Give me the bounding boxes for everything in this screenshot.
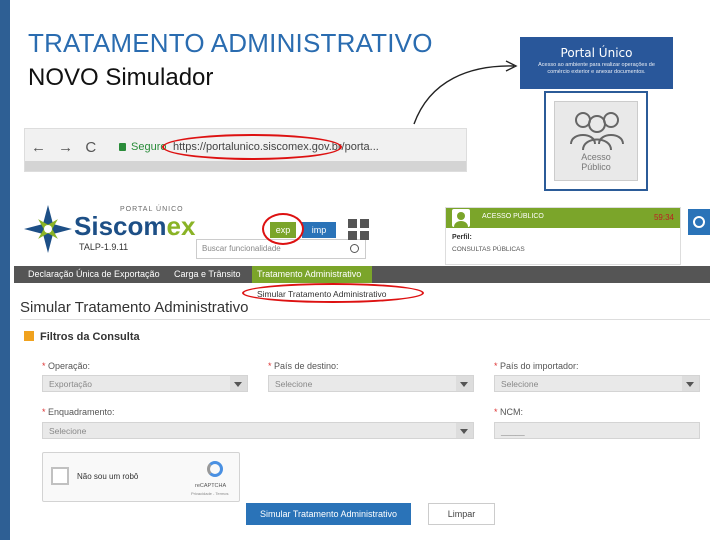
version-label: TALP-1.9.11 — [79, 242, 129, 252]
recaptcha-icon — [207, 461, 223, 477]
chevron-down-icon — [456, 423, 473, 438]
chevron-down-icon — [456, 376, 473, 391]
recaptcha-text: Não sou um robô — [77, 472, 139, 481]
url-highlight-ring — [162, 134, 342, 160]
siscomex-logo[interactable]: PORTAL ÚNICO Siscomex TALP-1.9.11 — [24, 203, 196, 255]
filters-header[interactable]: Filtros da Consulta — [24, 331, 140, 343]
collapse-icon — [24, 331, 34, 341]
users-icon — [570, 112, 624, 151]
acesso-publico-card[interactable]: Acesso Público — [544, 91, 648, 191]
submenu-highlight-ring — [242, 283, 424, 303]
exp-highlight-ring — [262, 213, 304, 245]
profile-label: Perfil: — [452, 234, 472, 241]
slide-left-bar — [0, 0, 10, 540]
portal-unico-title: Portal Único — [560, 46, 633, 60]
chevron-down-icon — [230, 376, 247, 391]
menu-item-tratamento[interactable]: Tratamento Administrativo — [257, 269, 361, 279]
page-title: Simular Tratamento Administrativo — [20, 299, 249, 316]
slide-title: TRATAMENTO ADMINISTRATIVO — [28, 28, 433, 58]
recaptcha-widget: Não sou um robô reCAPTCHA Privacidade - … — [42, 452, 240, 502]
ncm-label: * NCM: — [494, 407, 524, 417]
imp-button[interactable]: imp — [302, 222, 336, 238]
logo-wordmark: Siscomex — [74, 211, 196, 241]
user-panel: ACESSO PÚBLICO 59:34 Perfil: CONSULTAS P… — [445, 207, 681, 265]
siscomex-app: PORTAL ÚNICO Siscomex TALP-1.9.11 Buscar… — [14, 197, 710, 540]
menu-item-due[interactable]: Declaração Única de Exportação — [28, 269, 160, 279]
pais-importador-select[interactable]: Selecione — [494, 375, 700, 392]
acesso-publico-label: Acesso Público — [581, 152, 611, 172]
recaptcha-brand: reCAPTCHA — [195, 483, 227, 489]
enquadramento-select[interactable]: Selecione — [42, 422, 474, 439]
recaptcha-privacy[interactable]: Privacidade - Termos — [191, 491, 229, 496]
curved-arrow-icon — [413, 60, 518, 125]
chevron-down-icon — [682, 376, 699, 391]
search-placeholder: Buscar funcionalidade — [202, 244, 281, 253]
simulate-button[interactable]: Simular Tratamento Administrativo — [246, 503, 411, 525]
recaptcha-checkbox[interactable] — [51, 467, 69, 485]
user-panel-header: ACESSO PÚBLICO 59:34 — [446, 208, 680, 228]
lock-icon — [119, 143, 126, 151]
menu-item-carga[interactable]: Carga e Trânsito — [174, 269, 241, 279]
pais-destino-label: * País de destino: — [268, 361, 339, 371]
avatar — [452, 209, 470, 227]
browser-nav-icons[interactable]: ← → C — [31, 139, 100, 156]
session-timer: 59:34 — [653, 213, 674, 222]
ncm-field[interactable]: _____ — [494, 422, 700, 439]
pais-importador-label: * País do importador: — [494, 361, 579, 371]
search-icon — [350, 244, 359, 253]
operacao-select[interactable]: Exportação — [42, 375, 248, 392]
browser-divider — [25, 161, 466, 171]
slide-subtitle: NOVO Simulador — [28, 64, 214, 91]
user-icon — [454, 212, 468, 227]
logout-button[interactable] — [688, 209, 710, 235]
portal-unico-card[interactable]: Portal Único Acesso ao ambiente para rea… — [520, 37, 673, 89]
acesso-publico-tile: Acesso Público — [554, 101, 638, 181]
enquadramento-label: * Enquadramento: — [42, 407, 115, 417]
portal-unico-description: Acesso ao ambiente para realizar operaçõ… — [538, 62, 655, 75]
operacao-label: * Operação: — [42, 361, 91, 371]
apps-grid-icon[interactable] — [348, 219, 370, 241]
compass-star-icon — [24, 205, 72, 253]
profile-value: CONSULTAS PÚBLICAS — [452, 246, 525, 253]
divider — [20, 319, 710, 320]
access-label: ACESSO PÚBLICO — [482, 213, 544, 220]
clear-button[interactable]: Limpar — [428, 503, 495, 525]
power-icon — [693, 216, 705, 228]
pais-destino-select[interactable]: Selecione — [268, 375, 474, 392]
